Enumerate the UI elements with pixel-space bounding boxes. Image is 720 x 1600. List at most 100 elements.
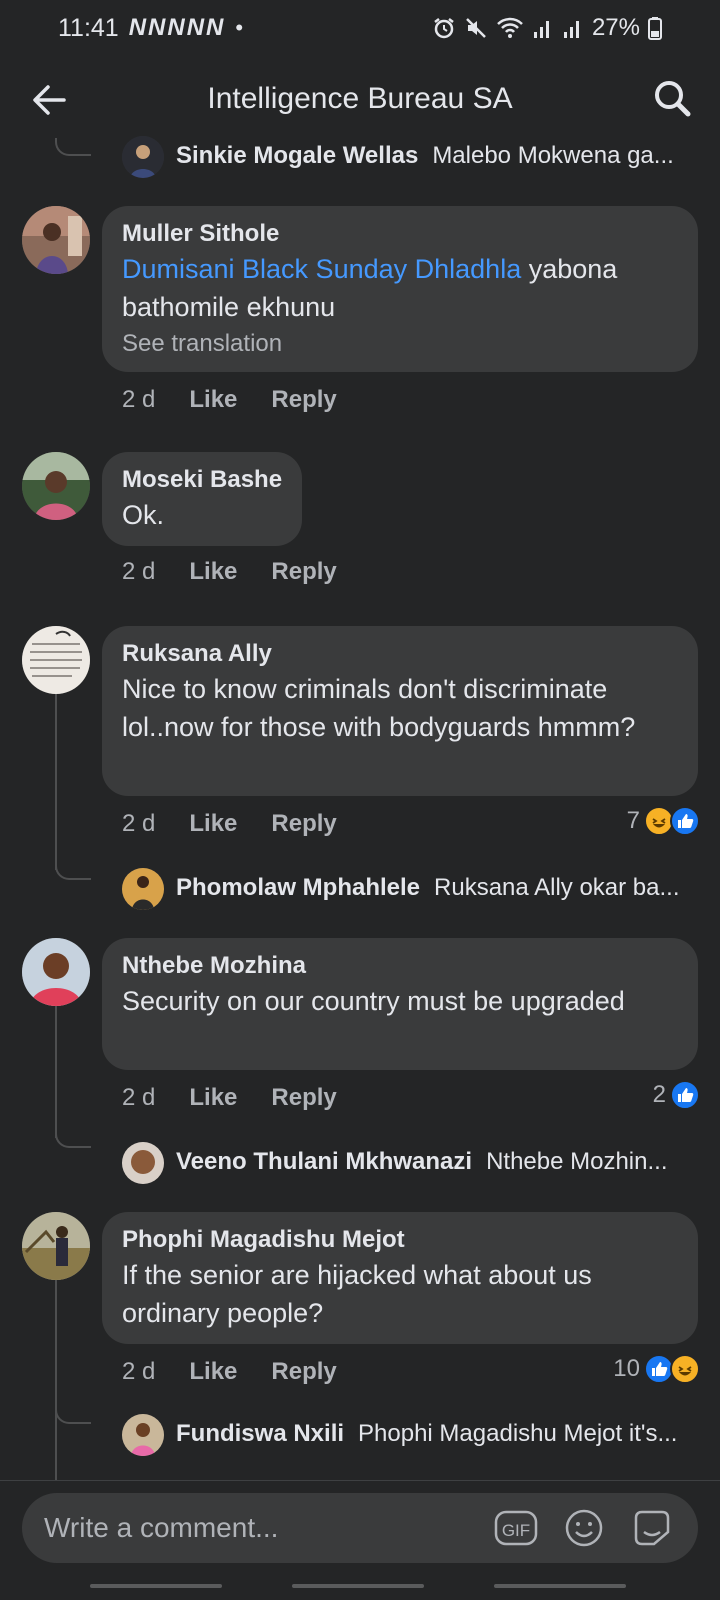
status-right: 27%: [432, 14, 662, 42]
notification-icons: NNNNN: [128, 14, 226, 41]
reply-button[interactable]: Reply: [271, 810, 336, 838]
avatar[interactable]: [122, 1142, 164, 1184]
comment-bubble[interactable]: Muller Sithole Dumisani Black Sunday Dhl…: [102, 206, 698, 372]
avatar[interactable]: [122, 136, 164, 178]
gif-label: GIF: [502, 1521, 530, 1540]
page-header: Intelligence Bureau SA: [0, 64, 720, 134]
comment-author[interactable]: Muller Sithole: [122, 218, 678, 250]
signal-icon-2: [563, 21, 579, 38]
reply-author[interactable]: Phomolaw Mphahlele: [176, 874, 420, 902]
comment-time: 2 d: [122, 810, 156, 837]
comment-input[interactable]: Write a comment... GIF: [22, 1493, 698, 1563]
back-arrow-icon[interactable]: [28, 80, 68, 120]
reply-snippet: Phophi Magadishu Mejot it's...: [358, 1420, 678, 1447]
comment-author[interactable]: Moseki Bashe: [122, 464, 282, 496]
comment-actions: 2 d Like Reply: [122, 1084, 337, 1112]
page-title: Intelligence Bureau SA: [207, 82, 513, 115]
comment-time: 2 d: [122, 558, 156, 585]
comment-actions: 2 d Like Reply: [122, 386, 337, 414]
avatar[interactable]: [122, 1414, 164, 1456]
comment-time: 2 d: [122, 1084, 156, 1111]
reaction-summary[interactable]: 2: [653, 1080, 700, 1110]
comment-author[interactable]: Ruksana Ally: [122, 638, 678, 670]
like-button[interactable]: Like: [189, 1084, 237, 1112]
reaction-count: 7: [626, 807, 640, 834]
reply-preview[interactable]: Phomolaw Mphahlele Ruksana Ally okar ba.…: [176, 874, 696, 902]
reply-preview[interactable]: Veeno Thulani Mkhwanazi Nthebe Mozhin...: [176, 1148, 696, 1176]
comment-text: Dumisani Black Sunday Dhladhla yabona ba…: [122, 250, 678, 326]
sticker-icon[interactable]: [630, 1506, 674, 1550]
status-left: 11:41 NNNNN •: [58, 14, 243, 43]
comment-text: If the senior are hijacked what about us…: [122, 1260, 592, 1328]
search-icon[interactable]: [652, 78, 692, 118]
reaction-count: 2: [652, 1081, 666, 1108]
reply-preview[interactable]: Sinkie Mogale Wellas Malebo Mokwena ga..…: [176, 142, 696, 170]
status-time: 11:41: [58, 13, 119, 42]
like-reaction-icon: [670, 806, 700, 836]
comment-author[interactable]: Nthebe Mozhina: [122, 950, 678, 982]
like-button[interactable]: Like: [189, 1358, 237, 1386]
avatar[interactable]: [122, 868, 164, 910]
gif-icon[interactable]: GIF: [494, 1506, 538, 1550]
comment-text: Nice to know criminals don't discriminat…: [122, 674, 636, 742]
comment-author[interactable]: Phophi Magadishu Mejot: [122, 1224, 678, 1256]
mute-icon: [466, 18, 486, 38]
reaction-summary[interactable]: 7: [627, 806, 700, 836]
comment-input-placeholder[interactable]: Write a comment...: [44, 1512, 494, 1544]
thread-line: [55, 1278, 57, 1480]
thread-connector: [55, 138, 91, 156]
reply-snippet: Ruksana Ally okar ba...: [434, 874, 680, 901]
haha-reaction-icon: [670, 1354, 700, 1384]
comment-bubble[interactable]: Ruksana Ally Nice to know criminals don'…: [102, 626, 698, 796]
nav-recent[interactable]: [90, 1584, 222, 1588]
alarm-icon: [434, 18, 454, 39]
like-button[interactable]: Like: [189, 558, 237, 586]
reply-author[interactable]: Fundiswa Nxili: [176, 1420, 344, 1448]
comment-actions: 2 d Like Reply: [122, 558, 337, 586]
see-translation-link[interactable]: See translation: [122, 326, 678, 362]
comment-text: Security on our country must be upgraded: [122, 986, 625, 1016]
thread-line: [55, 690, 57, 870]
reaction-count: 10: [613, 1355, 640, 1382]
reply-button[interactable]: Reply: [271, 1358, 336, 1386]
status-dot: •: [235, 15, 244, 40]
reply-snippet: Malebo Mokwena ga...: [432, 142, 674, 169]
like-reaction-icon: [670, 1080, 700, 1110]
reply-preview[interactable]: Fundiswa Nxili Phophi Magadishu Mejot it…: [176, 1420, 696, 1448]
comment-text: Ok.: [122, 500, 165, 530]
comment-time: 2 d: [122, 386, 156, 413]
reply-author[interactable]: Sinkie Mogale Wellas: [176, 142, 418, 170]
reaction-summary[interactable]: 10: [613, 1354, 700, 1384]
battery-icon: [648, 17, 662, 40]
reply-author[interactable]: Veeno Thulani Mkhwanazi: [176, 1148, 472, 1176]
comment-actions: 2 d Like Reply: [122, 1358, 337, 1386]
avatar[interactable]: [22, 938, 90, 1006]
reply-button[interactable]: Reply: [271, 386, 336, 414]
system-nav-bar: [0, 1576, 720, 1600]
battery-percent: 27%: [591, 14, 640, 41]
avatar[interactable]: [22, 1212, 90, 1280]
nav-home[interactable]: [292, 1584, 424, 1588]
like-button[interactable]: Like: [189, 810, 237, 838]
avatar[interactable]: [22, 452, 90, 520]
thread-connector: [55, 1406, 91, 1424]
reply-snippet: Nthebe Mozhin...: [486, 1148, 668, 1175]
reply-button[interactable]: Reply: [271, 1084, 336, 1112]
emoji-icon[interactable]: [562, 1506, 606, 1550]
thread-connector: [55, 1130, 91, 1148]
comment-bubble[interactable]: Phophi Magadishu Mejot If the senior are…: [102, 1212, 698, 1344]
nav-back[interactable]: [494, 1584, 626, 1588]
thread-line: [55, 1004, 57, 1138]
wifi-icon: [497, 17, 523, 38]
comment-time: 2 d: [122, 1358, 156, 1385]
mention-link[interactable]: Dumisani Black Sunday Dhladhla: [122, 254, 521, 284]
comment-actions: 2 d Like Reply: [122, 810, 337, 838]
avatar[interactable]: [22, 626, 90, 694]
like-button[interactable]: Like: [189, 386, 237, 414]
comment-bubble[interactable]: Nthebe Mozhina Security on our country m…: [102, 938, 698, 1070]
comment-bubble[interactable]: Moseki Bashe Ok.: [102, 452, 303, 546]
avatar[interactable]: [22, 206, 90, 274]
signal-icon: [533, 21, 549, 38]
status-bar: 11:41 NNNNN • 27%: [0, 0, 720, 56]
reply-button[interactable]: Reply: [271, 558, 336, 586]
